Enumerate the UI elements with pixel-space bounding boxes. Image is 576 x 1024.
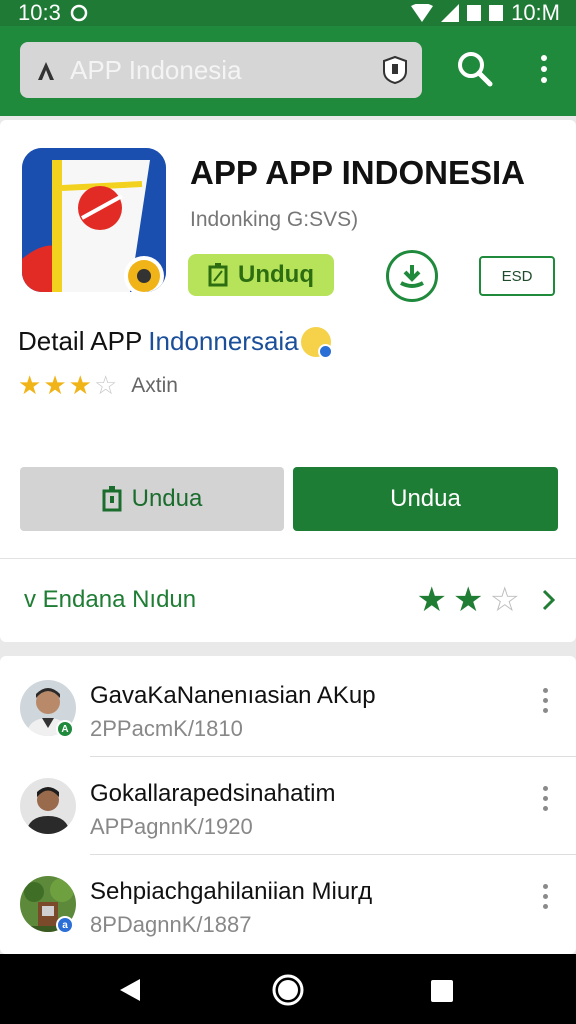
divider xyxy=(0,558,576,559)
search-field[interactable]: APP Indonesia xyxy=(20,42,422,98)
search-input[interactable]: APP Indonesia xyxy=(70,55,382,86)
star-filled-icon: ★ xyxy=(453,581,484,619)
home-icon[interactable] xyxy=(271,973,305,1007)
app-subtitle: Indonking G:SVS) xyxy=(190,208,359,231)
primary-download-label: Unduq xyxy=(238,261,314,288)
install-label: Undua xyxy=(131,485,203,512)
download-icon xyxy=(400,265,424,288)
app-logo-icon xyxy=(34,58,58,82)
back-icon[interactable] xyxy=(118,978,142,1002)
app-title: APP APP INDONESIA xyxy=(190,154,525,191)
rating-summary-row[interactable]: v Endana Nıdun ★ ★ ☆ xyxy=(24,580,556,620)
avatar xyxy=(20,778,76,834)
battery-download-icon xyxy=(208,263,228,287)
emoji-icon xyxy=(300,326,333,359)
divider xyxy=(90,756,576,757)
star-filled-icon: ★ xyxy=(68,370,92,400)
review-list-card: A GavaKaNanenıasian AKup 2PPacmK/1810 Go… xyxy=(0,656,576,954)
rating-summary-label: v Endana Nıdun xyxy=(24,586,197,613)
primary-download-button[interactable]: Unduq xyxy=(188,254,334,296)
more-options-icon[interactable] xyxy=(538,884,552,909)
battery-icon-2 xyxy=(489,5,504,21)
divider xyxy=(90,854,576,855)
battery-download-icon xyxy=(102,486,122,512)
app-bar: APP Indonesia xyxy=(0,26,576,116)
more-options-icon[interactable] xyxy=(530,50,558,88)
chevron-right-icon[interactable] xyxy=(542,589,556,611)
list-item-subtitle: 8PDagnnK/1887 xyxy=(90,912,252,937)
list-item-subtitle: 2PPacmK/1810 xyxy=(90,716,243,741)
list-item-title: Gokallarapedsinahatim xyxy=(90,780,336,807)
detail-heading: Detail APP Indonnersaia xyxy=(18,326,333,359)
status-badge: a xyxy=(56,916,74,934)
rating-label: Axtin xyxy=(131,373,178,397)
status-bar: 10:3 10:M xyxy=(0,0,576,26)
list-item-title: GavaKaNanenıasian AKup xyxy=(90,682,376,709)
more-options-icon[interactable] xyxy=(538,786,552,811)
summary-stars: ★ ★ ☆ xyxy=(417,580,520,620)
status-clock: 10:M xyxy=(511,0,560,25)
signal-icon xyxy=(441,4,460,22)
search-icon[interactable] xyxy=(456,50,494,88)
list-item[interactable]: a Sehpiachgahilaniian Miurд 8PDagnnK/188… xyxy=(0,868,576,966)
notification-icon xyxy=(70,4,88,22)
star-filled-icon: ★ xyxy=(43,370,67,400)
install-icon-button[interactable] xyxy=(386,250,438,302)
status-time: 10:3 xyxy=(18,0,61,25)
star-filled-icon: ★ xyxy=(18,370,42,400)
esd-button[interactable]: ESD xyxy=(479,256,555,296)
star-empty-icon: ☆ xyxy=(489,581,520,619)
battery-icon xyxy=(467,5,482,21)
list-item-subtitle: APPagnnK/1920 xyxy=(90,814,253,839)
star-empty-icon: ☆ xyxy=(93,370,118,400)
list-item-title: Sehpiachgahilaniian Miurд xyxy=(90,878,373,905)
status-badge: A xyxy=(56,720,74,738)
wifi-icon xyxy=(411,4,434,22)
app-rating: ★ ★ ★ ☆ Axtin xyxy=(18,370,178,401)
navigation-bar xyxy=(0,954,576,1024)
star-filled-icon: ★ xyxy=(416,581,448,619)
detail-app-name: Indonnersaia xyxy=(148,326,299,356)
detail-prefix: Detail APP xyxy=(18,326,143,356)
app-detail-card: APP APP INDONESIA Indonking G:SVS) Unduq… xyxy=(0,120,576,642)
open-button[interactable]: Undua xyxy=(293,467,558,531)
shield-icon[interactable] xyxy=(382,55,408,85)
install-button[interactable]: Undua xyxy=(20,467,284,531)
app-logo xyxy=(22,148,166,292)
recents-icon[interactable] xyxy=(431,980,453,1002)
more-options-icon[interactable] xyxy=(538,688,552,713)
